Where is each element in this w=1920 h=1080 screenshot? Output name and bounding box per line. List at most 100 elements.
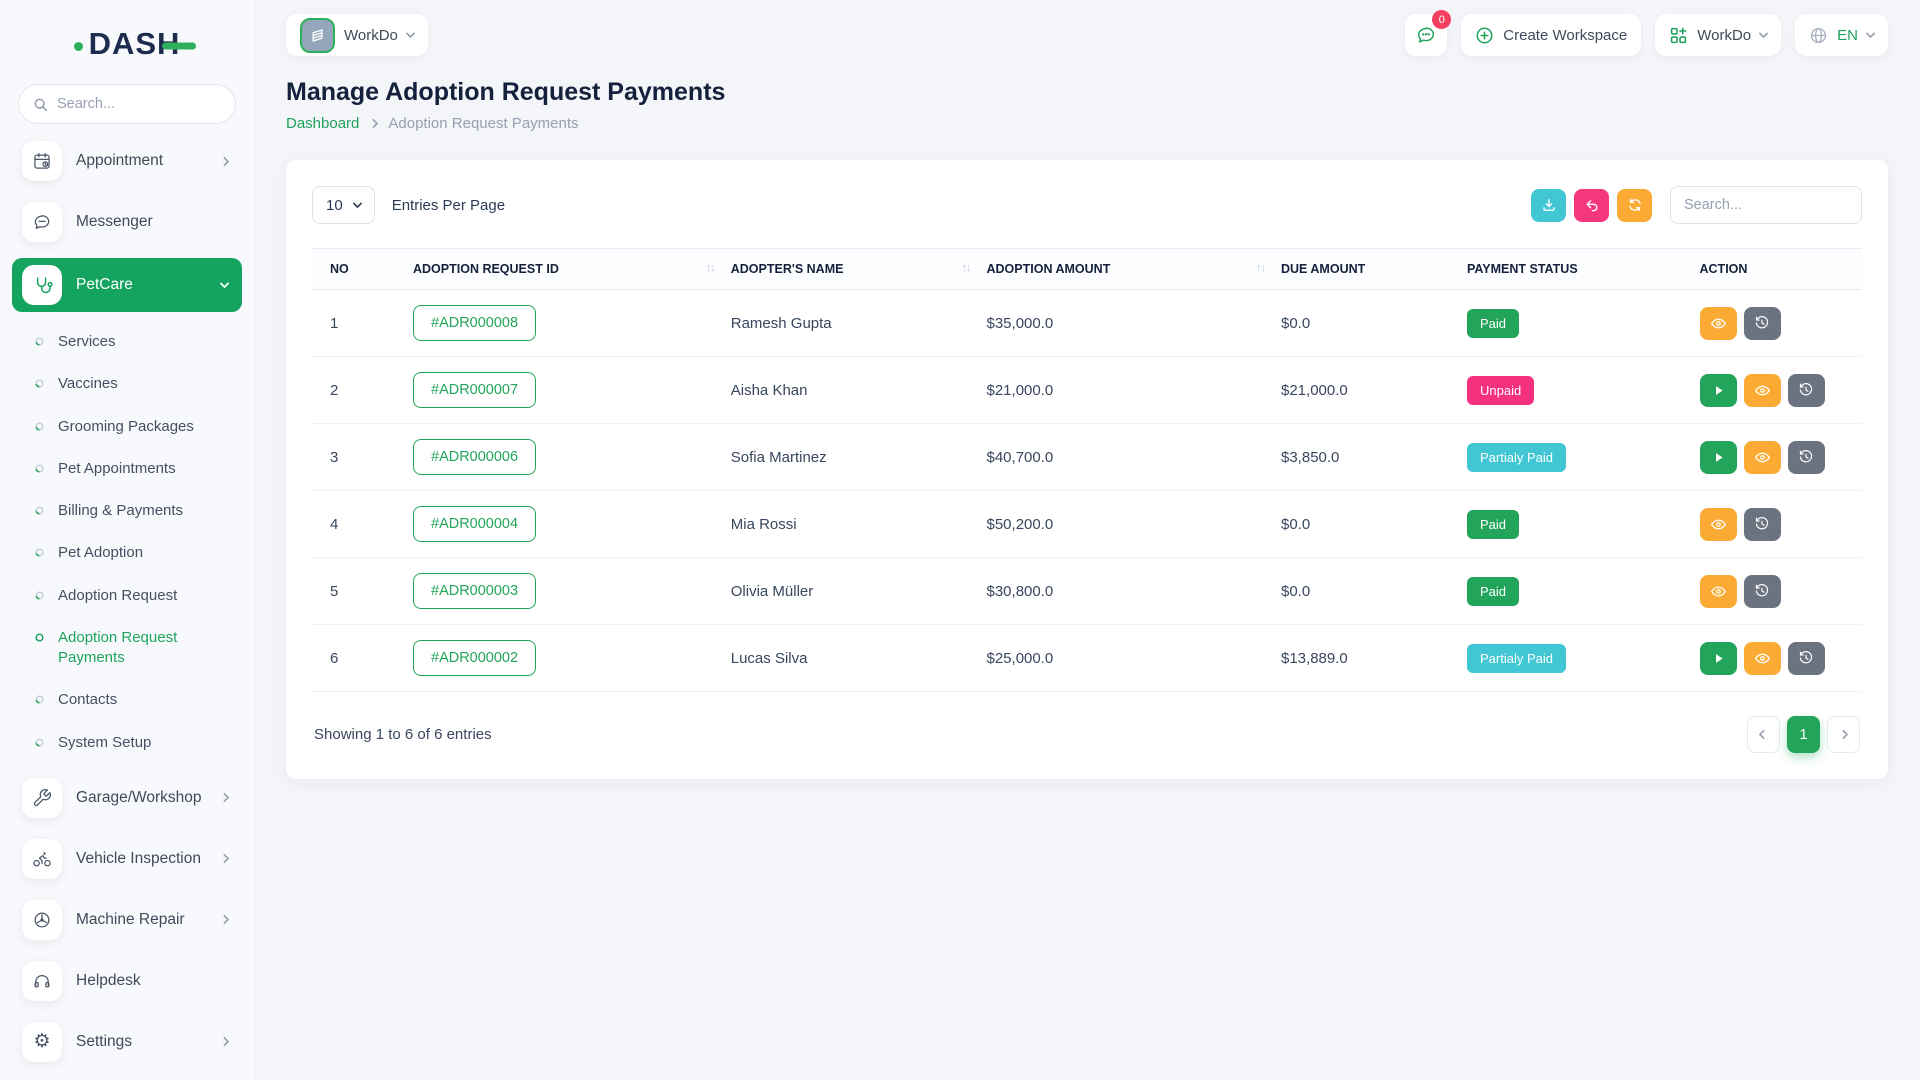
submenu-item-adoption-request[interactable]: Adoption Request	[34, 575, 254, 617]
sidebar-nav: Appointment Messenger PetCare Services V…	[0, 134, 254, 1069]
adoption-request-id-button[interactable]: #ADR000003	[413, 573, 537, 609]
sort-icon[interactable]: ↑↓	[1256, 262, 1266, 274]
submenu-item-pet-adoption[interactable]: Pet Adoption	[34, 532, 254, 574]
refresh-icon	[1628, 198, 1641, 212]
submenu-item-pet-appointments[interactable]: Pet Appointments	[34, 448, 254, 490]
submenu-item-grooming-packages[interactable]: Grooming Packages	[34, 406, 254, 448]
sort-icon[interactable]: ↑↓	[962, 262, 972, 274]
export-button[interactable]	[1531, 188, 1566, 222]
motorcycle-icon	[22, 838, 62, 879]
chevron-down-icon	[405, 28, 416, 38]
table-row: 3 #ADR000006 Sofia Martinez $40,700.0 $3…	[312, 423, 1862, 491]
sidebar-item-helpdesk[interactable]: Helpdesk	[12, 954, 242, 1008]
bullet-icon	[35, 337, 44, 346]
turbine-icon	[22, 899, 62, 940]
adoption-request-id-button[interactable]: #ADR000002	[413, 640, 537, 676]
sidebar-item-petcare[interactable]: PetCare	[12, 258, 242, 312]
view-button[interactable]	[1743, 440, 1781, 474]
history-button[interactable]	[1743, 507, 1781, 541]
submenu-item-vaccines[interactable]: Vaccines	[34, 363, 254, 405]
sidebar-search[interactable]	[18, 84, 236, 124]
refresh-button[interactable]	[1617, 188, 1652, 222]
column-header-adoption-amount[interactable]: ADOPTION AMOUNT ↑↓	[978, 248, 1273, 290]
sidebar-item-settings[interactable]: ⚙ Settings	[12, 1015, 242, 1069]
eye-icon	[1710, 318, 1726, 328]
entries-per-page-select[interactable]: 10	[312, 186, 375, 224]
workdo-menu[interactable]: WorkDo	[1655, 14, 1782, 56]
payment-status-badge: Paid	[1467, 308, 1520, 338]
language-selector[interactable]: EN	[1795, 14, 1888, 56]
adoption-request-id-button[interactable]: #ADR000008	[413, 305, 537, 341]
sidebar-item-vehicle-inspection[interactable]: Vehicle Inspection	[12, 832, 242, 886]
submenu-item-adoption-request-payments[interactable]: Adoption Request Payments	[34, 617, 254, 680]
chat-bubble-icon	[22, 202, 62, 242]
chevron-down-icon	[219, 278, 230, 288]
adopter-name: Ramesh Gupta	[722, 289, 979, 357]
view-button[interactable]	[1743, 373, 1781, 407]
sort-icon[interactable]: ↑↓	[706, 262, 716, 274]
eye-icon	[1710, 519, 1726, 529]
pay-button[interactable]	[1699, 373, 1737, 407]
pay-button[interactable]	[1699, 641, 1737, 675]
submenu-item-services[interactable]: Services	[34, 321, 254, 363]
history-button[interactable]	[1787, 440, 1825, 474]
view-button[interactable]	[1743, 641, 1781, 675]
column-header-adoption-request-id[interactable]: ADOPTION REQUEST ID ↑↓	[405, 248, 723, 290]
column-header-adopter-name[interactable]: ADOPTER'S NAME ↑↓	[722, 248, 979, 290]
brand-logo[interactable]: DASH	[0, 20, 254, 68]
sidebar-item-label: Appointment	[76, 152, 164, 169]
payment-status-badge: Unpaid	[1467, 375, 1535, 405]
page-1-button[interactable]: 1	[1787, 716, 1820, 753]
submenu-item-contacts[interactable]: Contacts	[34, 679, 254, 721]
adoption-request-id-button[interactable]: #ADR000006	[413, 439, 537, 475]
clock-history-icon	[1799, 651, 1813, 664]
history-button[interactable]	[1743, 574, 1781, 608]
sidebar-item-garage-workshop[interactable]: Garage/Workshop	[12, 771, 242, 825]
column-header-no: NO	[312, 248, 405, 290]
chevron-down-icon	[1758, 28, 1769, 38]
adoption-request-id-button[interactable]: #ADR000007	[413, 372, 537, 408]
adoption-request-id-button[interactable]: #ADR000004	[413, 506, 537, 542]
sidebar-item-label: Messenger	[76, 213, 153, 230]
sidebar-item-appointment[interactable]: Appointment	[12, 134, 242, 188]
sidebar-item-machine-repair[interactable]: Machine Repair	[12, 893, 242, 947]
workspace-selector[interactable]: WorkDo	[286, 14, 428, 56]
history-button[interactable]	[1787, 641, 1825, 675]
bullet-icon	[35, 464, 44, 473]
topbar-right: 0 Create Workspace WorkDo EN	[1405, 10, 1888, 56]
view-button[interactable]	[1699, 507, 1737, 541]
bullet-icon	[35, 421, 44, 431]
petcare-submenu: Services Vaccines Grooming Packages Pet …	[0, 321, 254, 764]
bullet-icon	[35, 506, 44, 515]
chevron-right-icon	[219, 1036, 230, 1047]
sidebar-item-messenger[interactable]: Messenger	[12, 195, 242, 249]
sidebar-item-label: Garage/Workshop	[76, 788, 202, 806]
sidebar-search-input[interactable]	[57, 96, 207, 112]
breadcrumb: Dashboard Adoption Request Payments	[286, 115, 1888, 132]
bullet-icon	[35, 633, 44, 642]
language-code: EN	[1837, 26, 1858, 44]
sidebar: DASH Appointment Messenger	[0, 0, 254, 1080]
table-search-input[interactable]	[1670, 186, 1862, 224]
back-button[interactable]	[1574, 188, 1609, 222]
view-button[interactable]	[1699, 306, 1737, 340]
pay-button[interactable]	[1699, 440, 1737, 474]
messages-button[interactable]: 0	[1405, 10, 1452, 56]
due-amount: $13,889.0	[1273, 624, 1459, 692]
create-workspace-button[interactable]: Create Workspace	[1461, 14, 1642, 56]
next-page-button[interactable]	[1827, 716, 1860, 753]
prev-page-button[interactable]	[1747, 716, 1780, 753]
history-button[interactable]	[1743, 306, 1781, 340]
undo-icon	[1586, 200, 1597, 212]
view-button[interactable]	[1699, 574, 1737, 608]
history-button[interactable]	[1787, 373, 1825, 407]
submenu-item-billing-payments[interactable]: Billing & Payments	[34, 490, 254, 532]
column-header-due-amount: DUE AMOUNT	[1273, 248, 1459, 290]
payment-status-badge: Partialy Paid	[1467, 643, 1566, 673]
submenu-item-system-setup[interactable]: System Setup	[34, 722, 254, 764]
building-icon	[312, 28, 323, 42]
due-amount: $0.0	[1273, 289, 1459, 357]
table-footer: Showing 1 to 6 of 6 entries 1	[312, 692, 1862, 759]
breadcrumb-dashboard-link[interactable]: Dashboard	[286, 115, 359, 132]
notification-badge: 0	[1432, 10, 1452, 29]
